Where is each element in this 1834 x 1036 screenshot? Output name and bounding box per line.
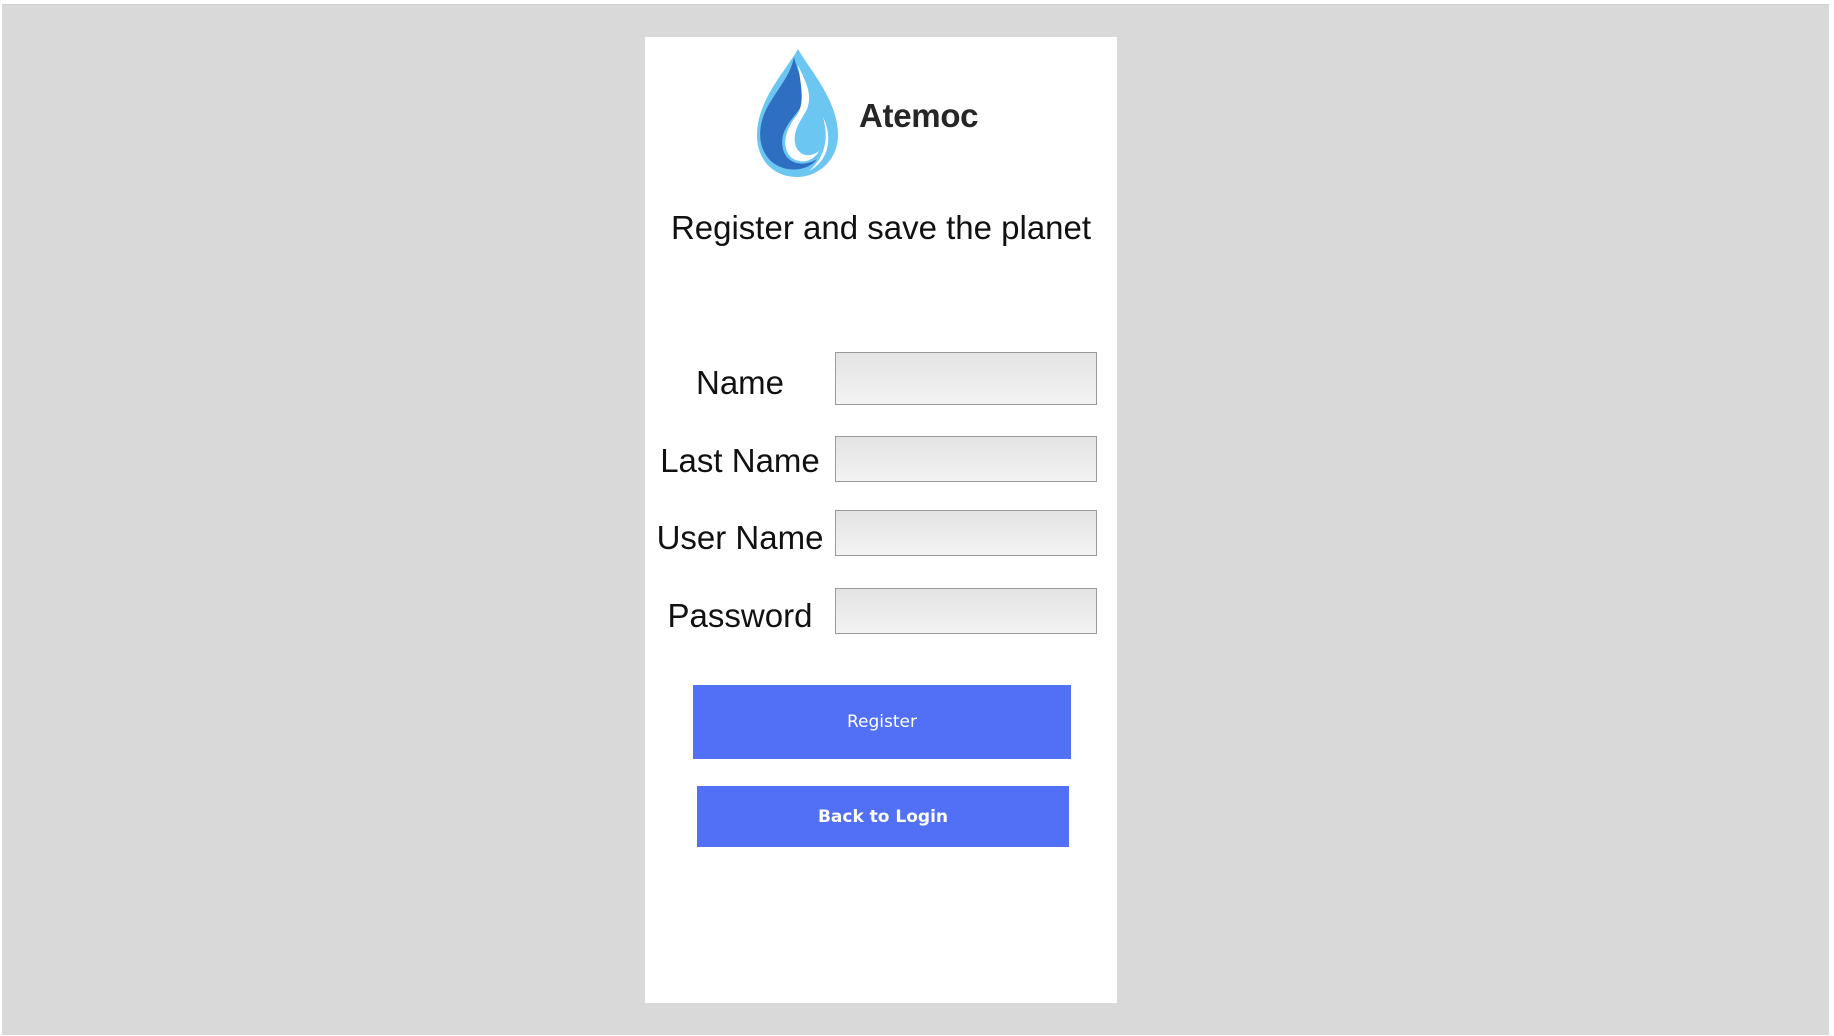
back-to-login-button[interactable]: Back to Login (697, 786, 1069, 847)
page-title: Register and save the planet (670, 209, 1092, 246)
last-name-input[interactable] (835, 436, 1097, 482)
name-input[interactable] (835, 352, 1097, 405)
register-card: Atemoc Register and save the planet Name… (645, 37, 1117, 1003)
user-name-input[interactable] (835, 510, 1097, 556)
last-name-label: Last Name (660, 442, 820, 479)
brand-name: Atemoc (859, 97, 979, 134)
password-label: Password (667, 597, 813, 634)
name-label: Name (695, 364, 785, 401)
register-button[interactable]: Register (693, 685, 1071, 759)
water-drop-icon (756, 49, 839, 177)
page-background: Atemoc Register and save the planet Name… (2, 4, 1829, 1035)
user-name-label: User Name (656, 519, 824, 556)
password-input[interactable] (835, 588, 1097, 634)
